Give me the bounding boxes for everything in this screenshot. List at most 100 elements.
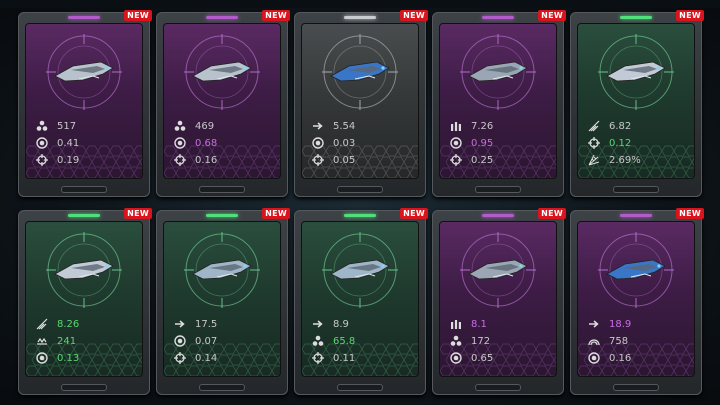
stat-row: 17.5 xyxy=(174,316,274,332)
card-panel: 8.26 241 0.13 xyxy=(25,221,143,377)
card-panel: 517 0.41 0.19 xyxy=(25,23,143,179)
item-card[interactable]: 6.82 0.12 2.69% NEW xyxy=(570,10,704,197)
stat-value: 0.12 xyxy=(609,137,632,149)
item-card[interactable]: 5.54 0.03 0.05 NEW xyxy=(294,10,428,197)
stat-list: 7.26 0.95 0.25 xyxy=(450,118,550,169)
stat-value: 18.9 xyxy=(609,318,632,330)
ship-image xyxy=(53,56,115,86)
rarity-indicator xyxy=(620,16,652,19)
stat-value: 7.26 xyxy=(471,120,494,132)
crosshair-icon xyxy=(174,352,186,364)
stat-row: 2.69% xyxy=(588,152,688,168)
new-badge: NEW xyxy=(676,10,704,21)
card-footer-bar xyxy=(338,187,382,192)
target-ring-icon xyxy=(588,352,600,364)
arc-icon xyxy=(588,335,600,347)
target-ring-icon xyxy=(312,137,324,149)
target-ring-icon xyxy=(36,352,48,364)
ship-image xyxy=(605,254,667,284)
stat-value: 0.05 xyxy=(333,154,356,166)
stat-row: 0.68 xyxy=(174,135,274,151)
rarity-indicator xyxy=(620,214,652,217)
card-footer-bar xyxy=(338,385,382,390)
stat-value: 517 xyxy=(57,120,77,132)
rarity-indicator xyxy=(68,214,100,217)
ammo-icon xyxy=(450,318,462,330)
card-panel: 6.82 0.12 2.69% xyxy=(577,23,695,179)
stat-value: 0.16 xyxy=(195,154,218,166)
stat-row: 8.26 xyxy=(36,316,136,332)
ship-image xyxy=(191,56,253,86)
rarity-indicator xyxy=(482,16,514,19)
card-panel: 8.1 172 0.65 xyxy=(439,221,557,377)
stat-value: 2.69% xyxy=(609,154,641,166)
card-panel: 5.54 0.03 0.05 xyxy=(301,23,419,179)
ship-image xyxy=(329,254,391,284)
dots-icon xyxy=(174,120,186,132)
new-badge: NEW xyxy=(538,208,566,219)
wings-icon xyxy=(588,120,600,132)
card-footer-bar xyxy=(614,187,658,192)
item-card[interactable]: 8.9 65.8 0.11 NEW xyxy=(294,208,428,395)
stat-row: 0.95 xyxy=(450,135,550,151)
stat-row: 8.9 xyxy=(312,316,412,332)
ship-image xyxy=(467,56,529,86)
stat-list: 8.1 172 0.65 xyxy=(450,316,550,367)
card-footer-bar xyxy=(476,385,520,390)
dots-icon xyxy=(450,335,462,347)
stat-value: 0.11 xyxy=(333,352,356,364)
rarity-indicator xyxy=(344,214,376,217)
ship-image xyxy=(329,56,391,86)
item-card[interactable]: 8.1 172 0.65 NEW xyxy=(432,208,566,395)
card-panel: 469 0.68 0.16 xyxy=(163,23,281,179)
rarity-indicator xyxy=(206,16,238,19)
item-card[interactable]: 8.26 241 0.13 NEW xyxy=(18,208,152,395)
stat-row: 172 xyxy=(450,333,550,349)
item-card[interactable]: 7.26 0.95 0.25 NEW xyxy=(432,10,566,197)
stat-row: 469 xyxy=(174,118,274,134)
stat-value: 17.5 xyxy=(195,318,218,330)
arrow-icon xyxy=(312,318,324,330)
stat-value: 241 xyxy=(57,335,77,347)
stat-row: 0.41 xyxy=(36,135,136,151)
item-card[interactable]: 517 0.41 0.19 NEW xyxy=(18,10,152,197)
stat-list: 5.54 0.03 0.05 xyxy=(312,118,412,169)
card-panel: 7.26 0.95 0.25 xyxy=(439,23,557,179)
crosshair-icon xyxy=(450,154,462,166)
item-card[interactable]: 18.9 758 0.16 NEW xyxy=(570,208,704,395)
stat-row: 18.9 xyxy=(588,316,688,332)
rarity-indicator xyxy=(206,214,238,217)
card-panel: 18.9 758 0.16 xyxy=(577,221,695,377)
crosshair-icon xyxy=(312,352,324,364)
stat-row: 65.8 xyxy=(312,333,412,349)
arrow-icon xyxy=(588,318,600,330)
rarity-indicator xyxy=(482,214,514,217)
stat-row: 0.16 xyxy=(588,350,688,366)
stat-row: 758 xyxy=(588,333,688,349)
stat-row: 7.26 xyxy=(450,118,550,134)
stat-row: 5.54 xyxy=(312,118,412,134)
stat-value: 8.1 xyxy=(471,318,487,330)
stat-row: 0.12 xyxy=(588,135,688,151)
item-card[interactable]: 469 0.68 0.16 NEW xyxy=(156,10,290,197)
ship-image xyxy=(53,254,115,284)
item-card[interactable]: 17.5 0.07 0.14 NEW xyxy=(156,208,290,395)
target-ring-icon xyxy=(450,352,462,364)
stat-row: 0.13 xyxy=(36,350,136,366)
stat-value: 6.82 xyxy=(609,120,632,132)
stat-row: 8.1 xyxy=(450,316,550,332)
stat-list: 6.82 0.12 2.69% xyxy=(588,118,688,169)
new-badge: NEW xyxy=(262,208,290,219)
stat-value: 65.8 xyxy=(333,335,356,347)
crosshair-icon xyxy=(588,137,600,149)
card-footer-bar xyxy=(200,385,244,390)
dots-icon xyxy=(312,335,324,347)
card-footer-bar xyxy=(200,187,244,192)
dots-icon xyxy=(36,120,48,132)
ship-image xyxy=(191,254,253,284)
stat-value: 469 xyxy=(195,120,215,132)
stat-row: 0.07 xyxy=(174,333,274,349)
new-badge: NEW xyxy=(676,208,704,219)
stat-value: 0.03 xyxy=(333,137,356,149)
stat-row: 0.14 xyxy=(174,350,274,366)
